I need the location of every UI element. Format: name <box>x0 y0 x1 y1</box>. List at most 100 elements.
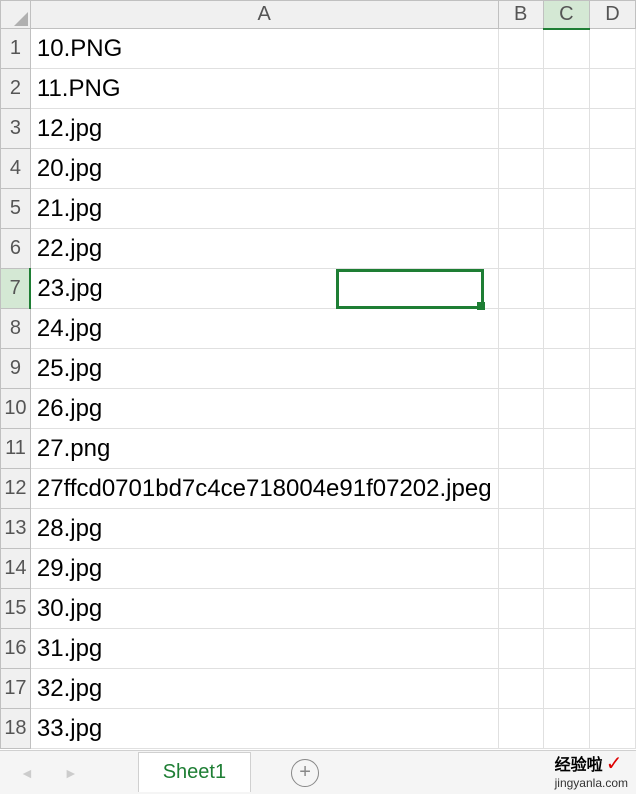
cell[interactable]: 31.jpg <box>30 629 498 669</box>
cell[interactable] <box>543 549 589 589</box>
cell[interactable] <box>589 349 635 389</box>
sheet-nav-prev-icon[interactable]: ◄ <box>20 765 34 781</box>
cell[interactable] <box>498 109 543 149</box>
cell[interactable] <box>498 549 543 589</box>
cell[interactable] <box>589 709 635 749</box>
cell[interactable] <box>589 189 635 229</box>
row-header[interactable]: 16 <box>1 629 31 669</box>
sheet-nav-next-icon[interactable]: ► <box>64 765 78 781</box>
cell[interactable] <box>543 469 589 509</box>
row-header[interactable]: 3 <box>1 109 31 149</box>
row-header[interactable]: 2 <box>1 69 31 109</box>
cell[interactable] <box>589 29 635 69</box>
row-header[interactable]: 4 <box>1 149 31 189</box>
cell[interactable] <box>543 429 589 469</box>
cell[interactable] <box>543 29 589 69</box>
select-all-corner[interactable] <box>1 1 31 29</box>
spreadsheet-grid[interactable]: A B C D 110.PNG211.PNG312.jpg420.jpg521.… <box>0 0 636 749</box>
cell[interactable]: 27ffcd0701bd7c4ce718004e91f07202.jpeg <box>30 469 498 509</box>
cell[interactable] <box>498 349 543 389</box>
cell[interactable] <box>589 149 635 189</box>
cell[interactable] <box>589 269 635 309</box>
row-header[interactable]: 7 <box>1 269 31 309</box>
cell[interactable]: 29.jpg <box>30 549 498 589</box>
row-header[interactable]: 18 <box>1 709 31 749</box>
cell[interactable] <box>543 309 589 349</box>
cell[interactable]: 23.jpg <box>30 269 498 309</box>
cell[interactable]: 32.jpg <box>30 669 498 709</box>
cell[interactable] <box>589 669 635 709</box>
row-header[interactable]: 17 <box>1 669 31 709</box>
cell[interactable] <box>589 109 635 149</box>
cell[interactable] <box>543 229 589 269</box>
cell[interactable]: 21.jpg <box>30 189 498 229</box>
row-header[interactable]: 13 <box>1 509 31 549</box>
row-header[interactable]: 6 <box>1 229 31 269</box>
cell[interactable]: 28.jpg <box>30 509 498 549</box>
cell[interactable] <box>498 389 543 429</box>
cell[interactable] <box>498 469 543 509</box>
row-header[interactable]: 15 <box>1 589 31 629</box>
cell[interactable]: 11.PNG <box>30 69 498 109</box>
cell[interactable] <box>498 669 543 709</box>
cell[interactable] <box>498 429 543 469</box>
cell[interactable]: 10.PNG <box>30 29 498 69</box>
cell[interactable] <box>543 389 589 429</box>
cell[interactable]: 24.jpg <box>30 309 498 349</box>
column-header-c[interactable]: C <box>543 1 589 29</box>
row-header[interactable]: 1 <box>1 29 31 69</box>
row-header[interactable]: 8 <box>1 309 31 349</box>
cell[interactable]: 20.jpg <box>30 149 498 189</box>
cell[interactable] <box>498 229 543 269</box>
cell[interactable] <box>498 29 543 69</box>
add-sheet-button[interactable]: + <box>291 759 319 787</box>
cell[interactable] <box>498 309 543 349</box>
cell[interactable] <box>589 469 635 509</box>
cell[interactable]: 30.jpg <box>30 589 498 629</box>
cell[interactable] <box>589 69 635 109</box>
column-header-b[interactable]: B <box>498 1 543 29</box>
cell[interactable] <box>498 189 543 229</box>
cell[interactable] <box>589 429 635 469</box>
cell[interactable] <box>589 509 635 549</box>
cell[interactable] <box>498 509 543 549</box>
row-header[interactable]: 12 <box>1 469 31 509</box>
sheet-tab-active[interactable]: Sheet1 <box>138 752 251 792</box>
row-header[interactable]: 11 <box>1 429 31 469</box>
cell[interactable] <box>543 629 589 669</box>
cell[interactable] <box>498 269 543 309</box>
cell[interactable] <box>589 229 635 269</box>
cell[interactable]: 22.jpg <box>30 229 498 269</box>
cell[interactable] <box>589 629 635 669</box>
column-header-a[interactable]: A <box>30 1 498 29</box>
cell[interactable] <box>498 69 543 109</box>
cell[interactable] <box>543 349 589 389</box>
cell[interactable] <box>543 149 589 189</box>
cell[interactable] <box>589 549 635 589</box>
cell[interactable] <box>543 669 589 709</box>
cell[interactable] <box>543 189 589 229</box>
cell[interactable] <box>543 269 589 309</box>
row-header[interactable]: 5 <box>1 189 31 229</box>
cell[interactable] <box>543 509 589 549</box>
cell[interactable] <box>543 109 589 149</box>
cell[interactable] <box>498 589 543 629</box>
cell[interactable]: 33.jpg <box>30 709 498 749</box>
cell[interactable] <box>498 629 543 669</box>
row-header[interactable]: 10 <box>1 389 31 429</box>
cell[interactable]: 12.jpg <box>30 109 498 149</box>
cell[interactable] <box>589 589 635 629</box>
cell[interactable] <box>589 389 635 429</box>
row-header[interactable]: 14 <box>1 549 31 589</box>
cell[interactable] <box>543 589 589 629</box>
cell[interactable]: 25.jpg <box>30 349 498 389</box>
row-header[interactable]: 9 <box>1 349 31 389</box>
cell[interactable] <box>543 709 589 749</box>
cell[interactable] <box>498 149 543 189</box>
cell[interactable] <box>543 69 589 109</box>
cell[interactable] <box>589 309 635 349</box>
column-header-d[interactable]: D <box>589 1 635 29</box>
cell[interactable] <box>498 709 543 749</box>
cell[interactable]: 27.png <box>30 429 498 469</box>
cell[interactable]: 26.jpg <box>30 389 498 429</box>
